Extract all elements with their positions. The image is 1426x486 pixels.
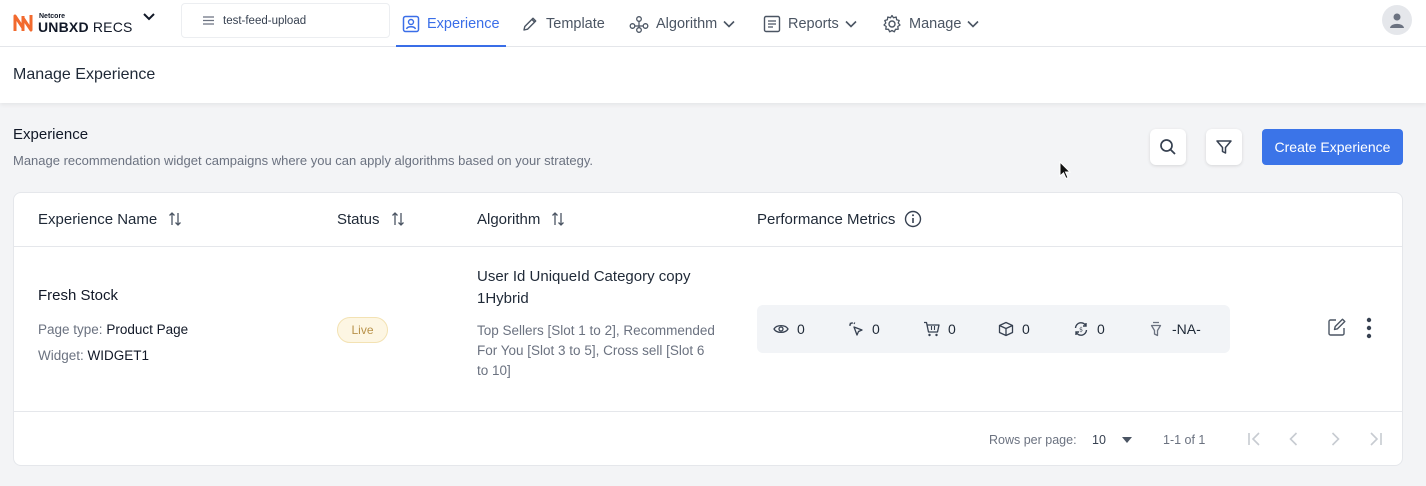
gear-icon [883, 14, 901, 32]
filter-button[interactable] [1206, 129, 1242, 165]
sort-icon [552, 212, 565, 226]
menu-lines-icon [203, 16, 214, 25]
mouse-cursor-icon [1059, 161, 1071, 180]
experience-name[interactable]: Fresh Stock [38, 287, 118, 304]
nav-template[interactable]: Template [521, 0, 605, 47]
top-nav-bar: Netcore UNBXD RECS test-feed-upload Expe… [0, 0, 1426, 47]
brand-name: UNBXD RECS [38, 18, 133, 35]
chevron-down-icon [967, 20, 979, 28]
pagination: Rows per page: 10 1-1 of 1 [14, 413, 1402, 465]
filter-icon [1216, 140, 1232, 154]
nav-reports[interactable]: Reports [763, 0, 857, 47]
algorithm-name: User Id UniqueId Category copy 1Hybrid [477, 268, 691, 307]
user-avatar[interactable] [1382, 5, 1412, 35]
sort-icon [391, 212, 404, 226]
user-icon [1390, 13, 1404, 28]
page-type: Page type: Product Page [38, 322, 189, 337]
nav-algorithm-label: Algorithm [656, 15, 718, 32]
metric-add-to-cart: 0 [923, 305, 956, 353]
algorithm-nodes-icon [629, 15, 649, 33]
create-experience-button[interactable]: Create Experience [1262, 129, 1403, 165]
nav-manage[interactable]: Manage [882, 0, 979, 47]
header-algorithm[interactable]: Algorithm [477, 210, 565, 228]
widget: Widget: WIDGET1 [38, 348, 150, 363]
pagination-range: 1-1 of 1 [1163, 433, 1206, 447]
previous-page-icon[interactable] [1286, 431, 1302, 447]
chevron-down-icon [723, 20, 735, 28]
chevron-down-icon [845, 20, 857, 28]
search-button[interactable] [1150, 129, 1186, 165]
experience-icon [402, 15, 420, 32]
section-title: Experience [13, 126, 89, 143]
page-header: Manage Experience [0, 47, 1426, 103]
table-header: Experience Name Status Algorithm Perform… [14, 193, 1402, 247]
feed-selector-value: test-feed-upload [223, 14, 307, 27]
edit-icon[interactable] [1327, 317, 1347, 337]
info-icon[interactable] [904, 210, 922, 228]
conversion-icon: $ [1074, 322, 1088, 336]
metric-views: 0 [773, 305, 805, 353]
svg-text:$: $ [1079, 327, 1083, 334]
metric-clicks: 0 [848, 305, 880, 353]
status-badge: Live [337, 317, 388, 343]
first-page-icon[interactable] [1246, 431, 1264, 447]
package-icon [998, 321, 1014, 337]
search-icon [1160, 139, 1176, 155]
cart-icon [924, 321, 940, 337]
nav-experience[interactable]: Experience [396, 0, 506, 47]
last-page-icon[interactable] [1366, 431, 1384, 447]
next-page-icon[interactable] [1327, 431, 1343, 447]
pencil-icon [523, 17, 537, 31]
metric-orders: 0 [998, 305, 1030, 353]
nav-experience-label: Experience [427, 15, 500, 32]
section-description: Manage recommendation widget campaigns w… [13, 153, 594, 168]
netcore-logo-icon [13, 14, 33, 32]
nav-template-label: Template [546, 15, 605, 32]
page-title: Manage Experience [13, 66, 156, 83]
click-icon [849, 322, 863, 336]
header-status[interactable]: Status [337, 210, 405, 228]
header-performance-metrics: Performance Metrics [757, 210, 922, 228]
funnel-icon [1150, 321, 1162, 337]
performance-metrics: 0 0 0 0 $ 0 -NA- [757, 305, 1230, 353]
nav-algorithm[interactable]: Algorithm [629, 0, 735, 47]
feed-selector[interactable]: test-feed-upload [181, 3, 390, 38]
brand-logo[interactable]: Netcore UNBXD RECS [12, 8, 133, 38]
more-options-icon[interactable] [1366, 317, 1372, 339]
rows-per-page-select[interactable]: 10 [1092, 433, 1106, 447]
metric-conversion: $ 0 [1073, 305, 1105, 353]
eye-icon [773, 324, 789, 334]
sort-icon [169, 212, 182, 226]
chevron-down-icon[interactable] [142, 12, 156, 22]
rows-per-page-label: Rows per page: [989, 433, 1077, 447]
header-experience-name[interactable]: Experience Name [38, 210, 182, 228]
nav-manage-label: Manage [909, 15, 962, 32]
algorithm-slots: Top Sellers [Slot 1 to 2], Recommended F… [477, 323, 715, 378]
reports-icon [763, 15, 781, 32]
table-row[interactable]: Fresh Stock Page type: Product Page Widg… [14, 247, 1402, 412]
metric-revenue: -NA- [1148, 305, 1201, 353]
experience-table: Experience Name Status Algorithm Perform… [13, 192, 1403, 466]
caret-down-icon[interactable] [1122, 437, 1132, 443]
nav-reports-label: Reports [788, 15, 839, 32]
